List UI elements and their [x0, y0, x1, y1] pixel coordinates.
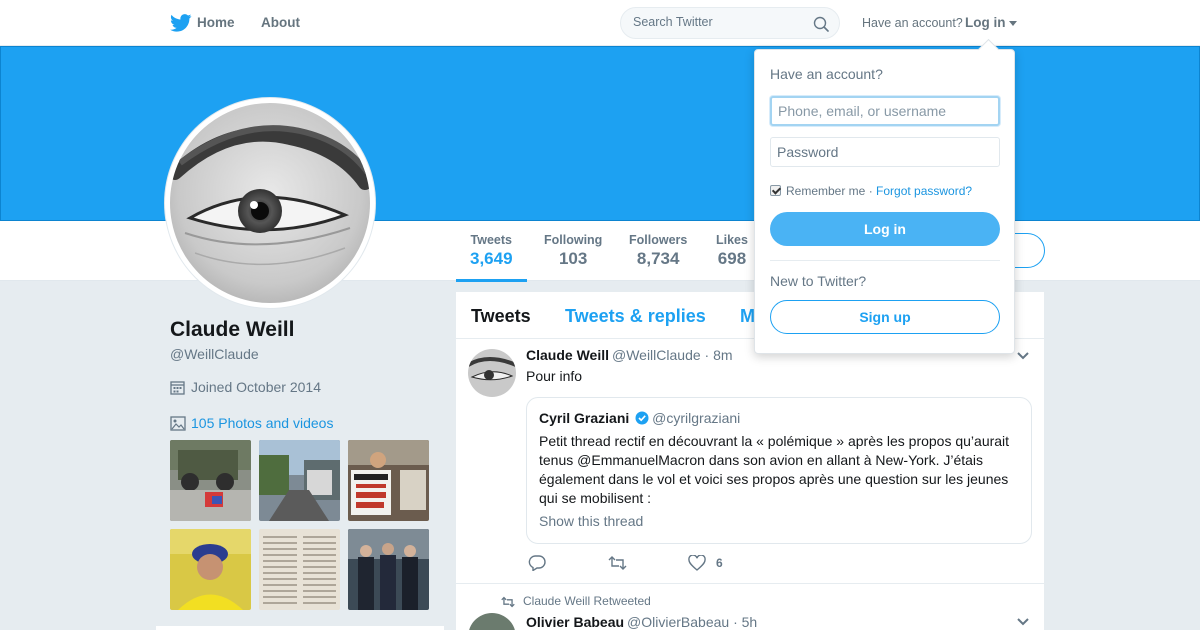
joined-date: Joined October 2014	[170, 379, 321, 395]
login-dropdown-toggle[interactable]: Log in	[965, 15, 1017, 30]
quoted-author-name: Cyril Graziani	[539, 410, 630, 426]
login-toggle-label: Log in	[965, 15, 1006, 30]
tab-tweets[interactable]: Tweets	[471, 306, 531, 327]
dropdown-title: Have an account?	[770, 66, 883, 82]
quoted-handle: @cyrilgraziani	[652, 410, 741, 426]
photo-thumbnail[interactable]	[348, 440, 429, 521]
quoted-tweet[interactable]: Cyril Graziani @cyrilgraziani Petit thre…	[526, 397, 1032, 544]
retweet-icon[interactable]	[608, 555, 627, 571]
stat-likes[interactable]: Likes 698	[716, 233, 748, 269]
remember-me-label[interactable]: Remember me	[786, 184, 865, 198]
stat-value: 103	[558, 249, 588, 268]
photo-thumbnail[interactable]	[259, 440, 340, 521]
photo-thumbnail[interactable]	[170, 529, 251, 610]
quoted-text: Petit thread rectif en découvrant la « p…	[539, 433, 1010, 506]
search-icon[interactable]	[813, 16, 829, 32]
stat-label: Followers	[629, 233, 688, 247]
stat-label: Tweets	[470, 233, 512, 247]
like-count: 6	[716, 556, 723, 570]
eye-photo-image	[170, 103, 370, 303]
tweet-avatar[interactable]	[468, 613, 516, 630]
photo-thumbnail[interactable]	[170, 440, 251, 521]
show-thread-link[interactable]: Show this thread	[539, 513, 643, 529]
tweet-author[interactable]: Claude Weill @WeillClaude · 8m	[526, 347, 733, 363]
profile-avatar[interactable]	[165, 98, 375, 308]
forgot-password-link[interactable]: Forgot password?	[876, 184, 972, 198]
tweet-author-name: Claude Weill	[526, 347, 609, 363]
protest-sign-photo	[348, 440, 429, 521]
retweeted-by-text: Claude Weill Retweeted	[523, 594, 651, 608]
cyclist-yellow-jersey-photo	[170, 529, 251, 610]
tweet[interactable]: Claude Weill Retweeted Olivier Babeau @Ol…	[456, 585, 1044, 630]
tweet[interactable]: Claude Weill @WeillClaude · 8m Pour info …	[456, 339, 1044, 584]
signup-button[interactable]: Sign up	[770, 300, 1000, 334]
tab-tweets-replies[interactable]: Tweets & replies	[565, 306, 706, 327]
chevron-down-icon[interactable]	[1016, 617, 1030, 627]
photos-link-label: 105 Photos and videos	[191, 415, 334, 431]
remember-me-row: Remember me · Forgot password?	[770, 184, 972, 198]
reply-icon[interactable]	[528, 555, 546, 571]
tweet-handle: @WeillClaude	[611, 347, 701, 363]
username-field[interactable]	[770, 96, 1000, 126]
search-input[interactable]	[633, 15, 803, 29]
divider	[770, 260, 1000, 261]
stat-label: Likes	[716, 233, 748, 247]
politicians-group-photo	[348, 529, 429, 610]
photos-videos-link[interactable]: 105 Photos and videos	[170, 415, 333, 431]
retweeted-by: Claude Weill Retweeted	[501, 594, 651, 608]
tweet-author-name: Olivier Babeau	[526, 614, 625, 630]
military-vehicle-photo	[170, 440, 251, 521]
tweet-time[interactable]: · 5h	[733, 614, 757, 630]
verified-badge-icon	[635, 411, 649, 425]
image-icon	[170, 416, 186, 431]
sidebar-card	[156, 626, 444, 630]
remember-separator: ·	[865, 184, 877, 198]
stat-value: 698	[717, 249, 747, 268]
profile-name: Claude Weill	[170, 318, 295, 341]
stat-following[interactable]: Following 103	[544, 233, 602, 269]
heart-icon[interactable]	[688, 555, 706, 571]
have-account-text: Have an account?	[862, 16, 963, 30]
twitter-bird-icon[interactable]	[170, 14, 192, 32]
eye-photo-image	[468, 349, 516, 397]
tweet-avatar[interactable]	[468, 349, 516, 397]
password-field[interactable]	[770, 137, 1000, 167]
remember-me-checkbox[interactable]	[770, 185, 781, 196]
stat-value: 3,649	[470, 249, 513, 268]
stat-value: 8,734	[636, 249, 680, 268]
login-button[interactable]: Log in	[770, 212, 1000, 246]
stat-label: Following	[544, 233, 603, 247]
tweet-time[interactable]: · 8m	[705, 347, 733, 363]
tweet-author[interactable]: Olivier Babeau @OlivierBabeau · 5h	[526, 614, 757, 630]
profile-handle: @WeillClaude	[170, 346, 259, 362]
photo-thumbnail[interactable]	[348, 529, 429, 610]
login-dropdown: Have an account? Remember me · Forgot pa…	[754, 49, 1015, 354]
calendar-icon	[170, 381, 185, 395]
top-navigation: Home About Have an account? Log in	[0, 0, 1200, 46]
new-to-twitter-text: New to Twitter?	[770, 273, 867, 289]
retweet-icon	[501, 596, 515, 608]
tab-media[interactable]: M	[740, 306, 755, 327]
street-scene-photo	[259, 440, 340, 521]
joined-text: Joined October 2014	[191, 379, 321, 395]
nav-home-link[interactable]: Home	[197, 15, 235, 30]
tweet-handle: @OlivierBabeau	[627, 614, 730, 630]
chevron-down-icon[interactable]	[1016, 351, 1030, 361]
nav-about-link[interactable]: About	[261, 15, 300, 30]
search-box	[620, 7, 840, 39]
quoted-author: Cyril Graziani @cyrilgraziani	[539, 410, 740, 426]
stat-tweets[interactable]: Tweets 3,649	[456, 233, 526, 282]
tweet-text: Pour info	[526, 368, 583, 384]
photo-thumbnail[interactable]	[259, 529, 340, 610]
caret-down-icon	[1008, 20, 1017, 26]
newspaper-clipping-photo	[259, 529, 340, 610]
stat-followers[interactable]: Followers 8,734	[629, 233, 687, 269]
